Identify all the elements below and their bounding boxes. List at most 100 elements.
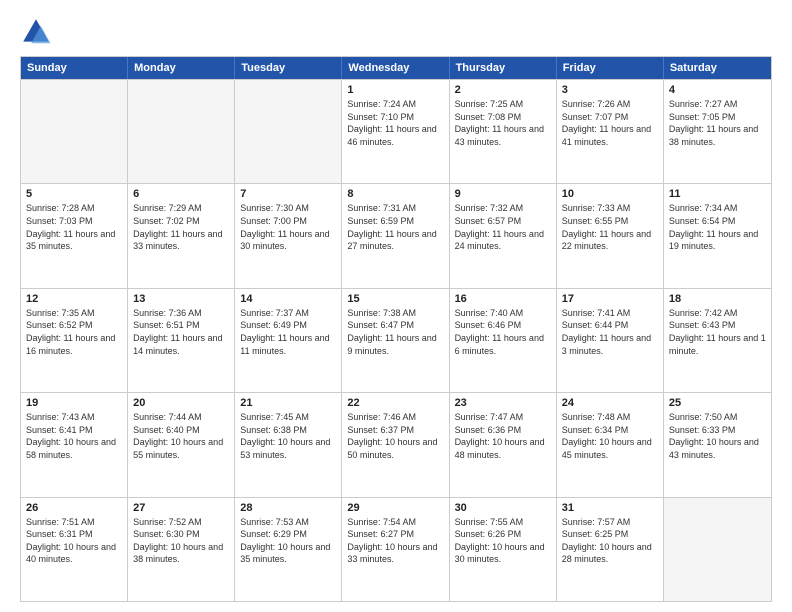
day-number: 9 <box>455 188 551 200</box>
calendar-header-cell: Monday <box>128 57 235 79</box>
calendar-row: 26 Sunrise: 7:51 AM Sunset: 6:31 PM Dayli… <box>21 497 771 601</box>
day-info: Sunrise: 7:24 AM Sunset: 7:10 PM Dayligh… <box>347 98 443 148</box>
day-number: 24 <box>562 397 658 409</box>
day-info: Sunrise: 7:47 AM Sunset: 6:36 PM Dayligh… <box>455 411 551 461</box>
calendar-cell: 19 Sunrise: 7:43 AM Sunset: 6:41 PM Dayli… <box>21 393 128 496</box>
day-number: 17 <box>562 293 658 305</box>
day-info: Sunrise: 7:43 AM Sunset: 6:41 PM Dayligh… <box>26 411 122 461</box>
day-info: Sunrise: 7:52 AM Sunset: 6:30 PM Dayligh… <box>133 516 229 566</box>
calendar-cell: 16 Sunrise: 7:40 AM Sunset: 6:46 PM Dayli… <box>450 289 557 392</box>
day-number: 6 <box>133 188 229 200</box>
calendar-header-cell: Sunday <box>21 57 128 79</box>
day-number: 25 <box>669 397 766 409</box>
day-number: 3 <box>562 84 658 96</box>
calendar-cell: 29Sunrise: 7:54 AM Sunset: 6:27 PM Dayli… <box>342 498 449 601</box>
day-info: Sunrise: 7:50 AM Sunset: 6:33 PM Dayligh… <box>669 411 766 461</box>
calendar-cell: 17 Sunrise: 7:41 AM Sunset: 6:44 PM Dayli… <box>557 289 664 392</box>
calendar-cell: 22 Sunrise: 7:46 AM Sunset: 6:37 PM Dayli… <box>342 393 449 496</box>
calendar-cell: 27 Sunrise: 7:52 AM Sunset: 6:30 PM Dayli… <box>128 498 235 601</box>
calendar-header: SundayMondayTuesdayWednesdayThursdayFrid… <box>21 57 771 79</box>
day-info: Sunrise: 7:38 AM Sunset: 6:47 PM Dayligh… <box>347 307 443 357</box>
day-info: Sunrise: 7:26 AM Sunset: 7:07 PM Dayligh… <box>562 98 658 148</box>
calendar-cell: 31 Sunrise: 7:57 AM Sunset: 6:25 PM Dayli… <box>557 498 664 601</box>
calendar-body: 1 Sunrise: 7:24 AM Sunset: 7:10 PM Daylig… <box>21 79 771 601</box>
day-number: 18 <box>669 293 766 305</box>
day-info: Sunrise: 7:30 AM Sunset: 7:00 PM Dayligh… <box>240 202 336 252</box>
day-info: Sunrise: 7:31 AM Sunset: 6:59 PM Dayligh… <box>347 202 443 252</box>
calendar-cell: 8Sunrise: 7:31 AM Sunset: 6:59 PM Daylig… <box>342 184 449 287</box>
calendar-header-cell: Saturday <box>664 57 771 79</box>
day-number: 4 <box>669 84 766 96</box>
day-number: 21 <box>240 397 336 409</box>
day-number: 10 <box>562 188 658 200</box>
day-number: 28 <box>240 502 336 514</box>
day-info: Sunrise: 7:28 AM Sunset: 7:03 PM Dayligh… <box>26 202 122 252</box>
calendar-cell: 26 Sunrise: 7:51 AM Sunset: 6:31 PM Dayli… <box>21 498 128 601</box>
day-number: 15 <box>347 293 443 305</box>
day-info: Sunrise: 7:57 AM Sunset: 6:25 PM Dayligh… <box>562 516 658 566</box>
day-number: 23 <box>455 397 551 409</box>
calendar-cell <box>235 80 342 183</box>
day-info: Sunrise: 7:51 AM Sunset: 6:31 PM Dayligh… <box>26 516 122 566</box>
calendar-header-cell: Thursday <box>450 57 557 79</box>
day-info: Sunrise: 7:40 AM Sunset: 6:46 PM Dayligh… <box>455 307 551 357</box>
day-info: Sunrise: 7:37 AM Sunset: 6:49 PM Dayligh… <box>240 307 336 357</box>
day-number: 31 <box>562 502 658 514</box>
day-info: Sunrise: 7:41 AM Sunset: 6:44 PM Dayligh… <box>562 307 658 357</box>
calendar-cell: 7Sunrise: 7:30 AM Sunset: 7:00 PM Daylig… <box>235 184 342 287</box>
calendar-cell: 4 Sunrise: 7:27 AM Sunset: 7:05 PM Daylig… <box>664 80 771 183</box>
calendar-cell <box>21 80 128 183</box>
day-number: 2 <box>455 84 551 96</box>
day-info: Sunrise: 7:25 AM Sunset: 7:08 PM Dayligh… <box>455 98 551 148</box>
day-info: Sunrise: 7:34 AM Sunset: 6:54 PM Dayligh… <box>669 202 766 252</box>
calendar-cell <box>128 80 235 183</box>
header <box>20 16 772 48</box>
day-number: 26 <box>26 502 122 514</box>
calendar-cell: 24 Sunrise: 7:48 AM Sunset: 6:34 PM Dayli… <box>557 393 664 496</box>
calendar-cell: 1 Sunrise: 7:24 AM Sunset: 7:10 PM Daylig… <box>342 80 449 183</box>
calendar-cell: 3 Sunrise: 7:26 AM Sunset: 7:07 PM Daylig… <box>557 80 664 183</box>
calendar-cell: 23 Sunrise: 7:47 AM Sunset: 6:36 PM Dayli… <box>450 393 557 496</box>
calendar-cell: 25 Sunrise: 7:50 AM Sunset: 6:33 PM Dayli… <box>664 393 771 496</box>
day-number: 19 <box>26 397 122 409</box>
calendar-row: 1 Sunrise: 7:24 AM Sunset: 7:10 PM Daylig… <box>21 79 771 183</box>
calendar-row: 5 Sunrise: 7:28 AM Sunset: 7:03 PM Daylig… <box>21 183 771 287</box>
day-number: 29 <box>347 502 443 514</box>
day-number: 27 <box>133 502 229 514</box>
day-number: 5 <box>26 188 122 200</box>
day-info: Sunrise: 7:32 AM Sunset: 6:57 PM Dayligh… <box>455 202 551 252</box>
calendar-cell: 18 Sunrise: 7:42 AM Sunset: 6:43 PM Dayli… <box>664 289 771 392</box>
calendar-header-cell: Wednesday <box>342 57 449 79</box>
calendar-cell: 11 Sunrise: 7:34 AM Sunset: 6:54 PM Dayli… <box>664 184 771 287</box>
calendar-cell: 5 Sunrise: 7:28 AM Sunset: 7:03 PM Daylig… <box>21 184 128 287</box>
day-number: 20 <box>133 397 229 409</box>
day-info: Sunrise: 7:27 AM Sunset: 7:05 PM Dayligh… <box>669 98 766 148</box>
logo <box>20 16 58 48</box>
day-number: 16 <box>455 293 551 305</box>
day-number: 1 <box>347 84 443 96</box>
day-info: Sunrise: 7:36 AM Sunset: 6:51 PM Dayligh… <box>133 307 229 357</box>
page: SundayMondayTuesdayWednesdayThursdayFrid… <box>0 0 792 612</box>
calendar-row: 19 Sunrise: 7:43 AM Sunset: 6:41 PM Dayli… <box>21 392 771 496</box>
logo-icon <box>20 16 52 48</box>
calendar-cell: 2 Sunrise: 7:25 AM Sunset: 7:08 PM Daylig… <box>450 80 557 183</box>
calendar-cell: 9 Sunrise: 7:32 AM Sunset: 6:57 PM Daylig… <box>450 184 557 287</box>
calendar-cell: 14Sunrise: 7:37 AM Sunset: 6:49 PM Dayli… <box>235 289 342 392</box>
day-number: 30 <box>455 502 551 514</box>
calendar-cell: 12Sunrise: 7:35 AM Sunset: 6:52 PM Dayli… <box>21 289 128 392</box>
day-info: Sunrise: 7:45 AM Sunset: 6:38 PM Dayligh… <box>240 411 336 461</box>
calendar-header-cell: Tuesday <box>235 57 342 79</box>
day-info: Sunrise: 7:46 AM Sunset: 6:37 PM Dayligh… <box>347 411 443 461</box>
calendar-row: 12Sunrise: 7:35 AM Sunset: 6:52 PM Dayli… <box>21 288 771 392</box>
calendar: SundayMondayTuesdayWednesdayThursdayFrid… <box>20 56 772 602</box>
day-number: 11 <box>669 188 766 200</box>
day-number: 13 <box>133 293 229 305</box>
day-info: Sunrise: 7:55 AM Sunset: 6:26 PM Dayligh… <box>455 516 551 566</box>
calendar-cell: 20Sunrise: 7:44 AM Sunset: 6:40 PM Dayli… <box>128 393 235 496</box>
day-info: Sunrise: 7:53 AM Sunset: 6:29 PM Dayligh… <box>240 516 336 566</box>
calendar-cell <box>664 498 771 601</box>
day-info: Sunrise: 7:48 AM Sunset: 6:34 PM Dayligh… <box>562 411 658 461</box>
calendar-cell: 13 Sunrise: 7:36 AM Sunset: 6:51 PM Dayli… <box>128 289 235 392</box>
day-number: 22 <box>347 397 443 409</box>
day-info: Sunrise: 7:42 AM Sunset: 6:43 PM Dayligh… <box>669 307 766 357</box>
